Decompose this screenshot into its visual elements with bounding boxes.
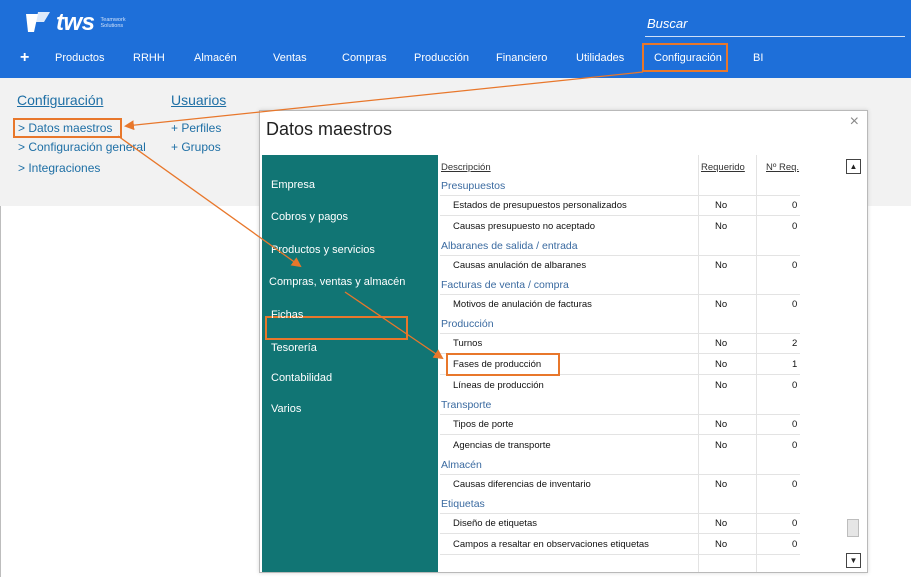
arrow-config-to-datos xyxy=(124,71,644,131)
annotation-arrows xyxy=(117,71,644,360)
arrow-menu-to-row xyxy=(344,291,444,360)
arrow-datos-to-menu xyxy=(117,135,302,268)
